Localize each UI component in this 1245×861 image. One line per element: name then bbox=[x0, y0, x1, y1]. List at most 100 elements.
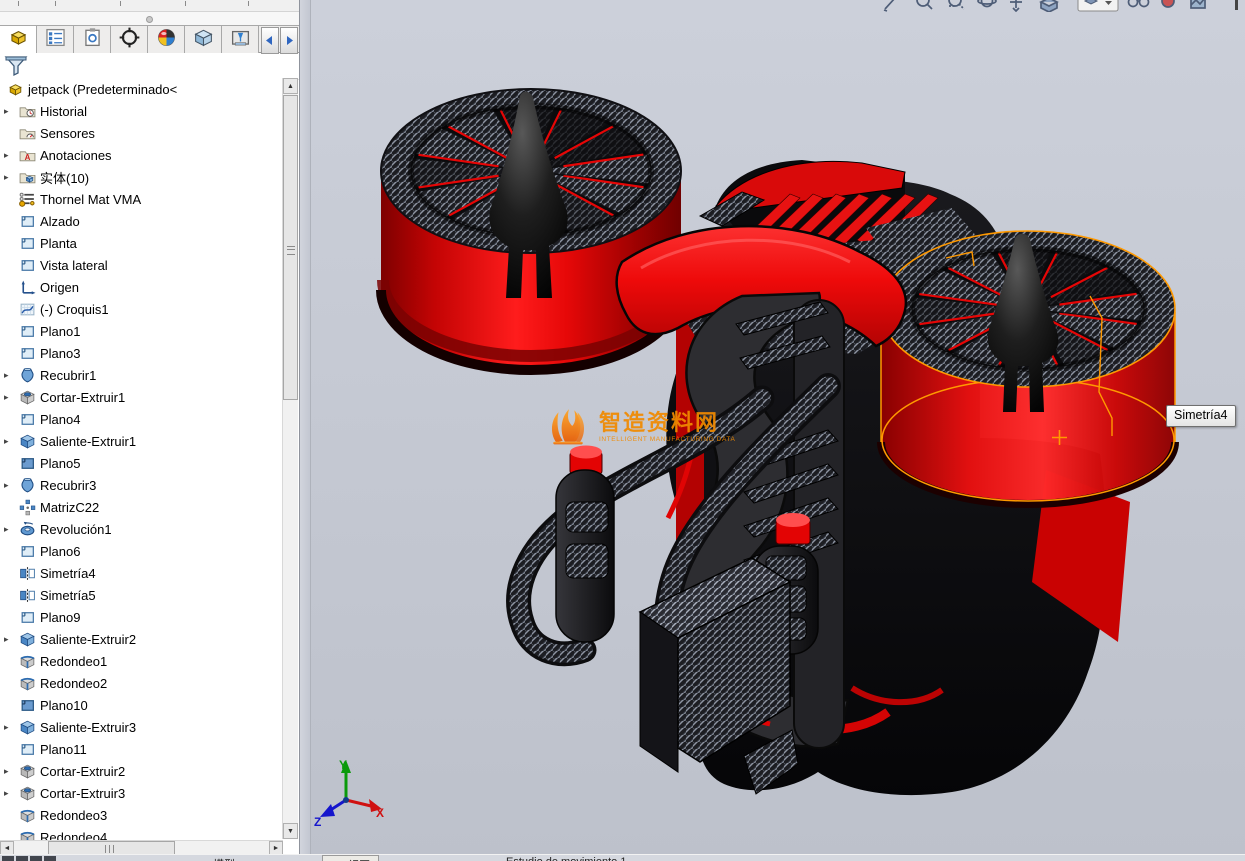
tree-item-label: Plano6 bbox=[40, 544, 80, 559]
horizontal-scroll-thumb[interactable] bbox=[48, 841, 175, 855]
jetpack-model-canvas[interactable]: Y X Z bbox=[311, 0, 1245, 861]
expand-arrow-icon[interactable]: ▸ bbox=[4, 370, 18, 381]
tree-item-plano1[interactable]: Plano1 bbox=[0, 320, 282, 342]
panel-viewport-splitter[interactable] bbox=[300, 0, 311, 861]
tree-item-label: MatrizC22 bbox=[40, 500, 99, 515]
panel-split-handle[interactable] bbox=[0, 12, 299, 25]
tree-item-cortar-extruir2[interactable]: ▸ Cortar-Extruir2 bbox=[0, 760, 282, 782]
view-settings-icon[interactable] bbox=[1235, 0, 1238, 10]
expand-arrow-icon[interactable]: ▸ bbox=[4, 106, 18, 117]
material-icon bbox=[19, 191, 36, 208]
panel-tab-displaymanager[interactable] bbox=[148, 26, 185, 53]
tree-item-alzado[interactable]: Alzado bbox=[0, 210, 282, 232]
display-style-button[interactable] bbox=[1078, 0, 1118, 11]
tree-item-origen[interactable]: Origen bbox=[0, 276, 282, 298]
tree-item-redondeo3[interactable]: Redondeo3 bbox=[0, 804, 282, 826]
panel-tab-featuremanager-display[interactable] bbox=[37, 26, 74, 53]
plane-icon bbox=[19, 741, 36, 758]
tab-motion-study[interactable]: Estudio de movimiento 1 bbox=[498, 855, 634, 861]
tree-item-sensores[interactable]: Sensores bbox=[0, 122, 282, 144]
tree-filter-row[interactable] bbox=[0, 53, 299, 80]
expand-arrow-icon[interactable]: ▸ bbox=[4, 436, 18, 447]
tree-item-croquis1[interactable]: (-) Croquis1 bbox=[0, 298, 282, 320]
tab-3d-views[interactable]: 3D 视图 bbox=[322, 855, 379, 861]
expand-arrow-icon[interactable]: ▸ bbox=[4, 480, 18, 491]
tree-item-matrizc22[interactable]: MatrizC22 bbox=[0, 496, 282, 518]
tree-item-label: Cortar-Extruir2 bbox=[40, 764, 125, 779]
tree-item-label: Plano5 bbox=[40, 456, 80, 471]
expand-arrow-icon[interactable]: ▸ bbox=[4, 150, 18, 161]
expand-arrow-icon[interactable]: ▸ bbox=[4, 392, 18, 403]
edit-appearance-icon[interactable] bbox=[1162, 0, 1174, 7]
tree-item-recubrir3[interactable]: ▸Recubrir3 bbox=[0, 474, 282, 496]
tree-item-label: Plano3 bbox=[40, 346, 80, 361]
graphics-viewport[interactable]: Y X Z bbox=[311, 0, 1245, 861]
part-icon bbox=[8, 27, 29, 53]
panel-tab-features[interactable] bbox=[0, 26, 37, 53]
jetpack-model[interactable] bbox=[381, 89, 1175, 795]
tree-item-plano3[interactable]: Plano3 bbox=[0, 342, 282, 364]
tree-item-planta[interactable]: Planta bbox=[0, 232, 282, 254]
scroll-down-button[interactable]: ▼ bbox=[283, 823, 298, 839]
tree-item-simetr-a4[interactable]: Simetría4 bbox=[0, 562, 282, 584]
tree-item-thornel-mat-vma[interactable]: Thornel Mat VMA bbox=[0, 188, 282, 210]
panel-tab-cam[interactable] bbox=[185, 26, 222, 53]
tree-item-anotaciones[interactable]: ▸AAnotaciones bbox=[0, 144, 282, 166]
tree-item-redondeo4[interactable]: Redondeo4 bbox=[0, 826, 282, 840]
tree-item-simetr-a5[interactable]: Simetría5 bbox=[0, 584, 282, 606]
tree-item-plano9[interactable]: Plano9 bbox=[0, 606, 282, 628]
tree-item-plano6[interactable]: Plano6 bbox=[0, 540, 282, 562]
expand-arrow-icon[interactable]: ▸ bbox=[4, 788, 18, 799]
tree-vertical-scrollbar[interactable]: ▲ ▼ bbox=[282, 78, 298, 839]
part-icon bbox=[7, 81, 24, 98]
feature-tooltip: Simetría4 bbox=[1166, 405, 1236, 427]
split-view-button[interactable] bbox=[16, 856, 28, 861]
split-view-button[interactable] bbox=[30, 856, 42, 861]
scroll-right-button[interactable]: ► bbox=[269, 841, 283, 855]
vertical-scroll-thumb[interactable] bbox=[283, 95, 298, 400]
tree-item-redondeo1[interactable]: Redondeo1 bbox=[0, 650, 282, 672]
scroll-up-button[interactable]: ▲ bbox=[283, 78, 298, 94]
cut-extrude-icon bbox=[19, 389, 36, 406]
split-view-button[interactable] bbox=[2, 856, 14, 861]
tree-item-saliente-extruir2[interactable]: ▸Saliente-Extruir2 bbox=[0, 628, 282, 650]
expand-arrow-icon[interactable]: ▸ bbox=[4, 172, 18, 183]
view-orientation-icon[interactable] bbox=[1041, 0, 1057, 12]
tree-item-plano5[interactable]: Plano5 bbox=[0, 452, 282, 474]
tabs-scroll-right-button[interactable] bbox=[280, 27, 298, 54]
tree-item-root[interactable]: jetpack (Predeterminado< bbox=[0, 78, 282, 100]
scroll-left-button[interactable]: ◄ bbox=[0, 841, 14, 855]
tree-item-recubrir1[interactable]: ▸Recubrir1 bbox=[0, 364, 282, 386]
tree-item-plano4[interactable]: Plano4 bbox=[0, 408, 282, 430]
tabs-scroll-left-button[interactable] bbox=[261, 27, 279, 54]
expand-arrow-icon[interactable]: ▸ bbox=[4, 722, 18, 733]
hide-show-icon[interactable] bbox=[1129, 0, 1138, 7]
svg-text:A: A bbox=[25, 152, 31, 161]
tree-item-saliente-extruir3[interactable]: ▸Saliente-Extruir3 bbox=[0, 716, 282, 738]
tree-item-redondeo2[interactable]: Redondeo2 bbox=[0, 672, 282, 694]
right-fan-selected[interactable] bbox=[881, 231, 1175, 504]
tree-item-实体-10[interactable]: ▸实体(10) bbox=[0, 166, 282, 188]
tree-item-plano10[interactable]: Plano10 bbox=[0, 694, 282, 716]
expand-arrow-icon[interactable]: ▸ bbox=[4, 634, 18, 645]
tree-item-cortar-extruir3[interactable]: ▸Cortar-Extruir3 bbox=[0, 782, 282, 804]
panel-tab-propertymanager[interactable] bbox=[74, 26, 111, 53]
tree-item-historial[interactable]: ▸Historial bbox=[0, 100, 282, 122]
pan-icon[interactable] bbox=[1010, 0, 1022, 11]
tree-item-vista-lateral[interactable]: Vista lateral bbox=[0, 254, 282, 276]
tree-item-cortar-extruir1[interactable]: ▸Cortar-Extruir1 bbox=[0, 386, 282, 408]
left-throttle-grip[interactable] bbox=[556, 446, 614, 643]
tree-item-revoluci-n1[interactable]: ▸Revolución1 bbox=[0, 518, 282, 540]
edit-sketch-icon[interactable] bbox=[884, 0, 895, 11]
tree-item-saliente-extruir1[interactable]: ▸Saliente-Extruir1 bbox=[0, 430, 282, 452]
tab-model[interactable]: 模型 bbox=[205, 855, 243, 861]
expand-arrow-icon[interactable]: ▸ bbox=[4, 524, 18, 535]
cut-extrude-icon bbox=[19, 785, 36, 802]
panel-tab-visualize[interactable] bbox=[222, 26, 259, 53]
panel-tab-dimxpert[interactable] bbox=[111, 26, 148, 53]
split-view-button[interactable] bbox=[44, 856, 56, 861]
heads-up-toolbar[interactable] bbox=[881, 0, 1245, 12]
tree-item-plano11[interactable]: Plano11 bbox=[0, 738, 282, 760]
expand-arrow-icon[interactable]: ▸ bbox=[4, 766, 18, 777]
tree-horizontal-scrollbar[interactable]: ◄ ► bbox=[0, 840, 283, 855]
